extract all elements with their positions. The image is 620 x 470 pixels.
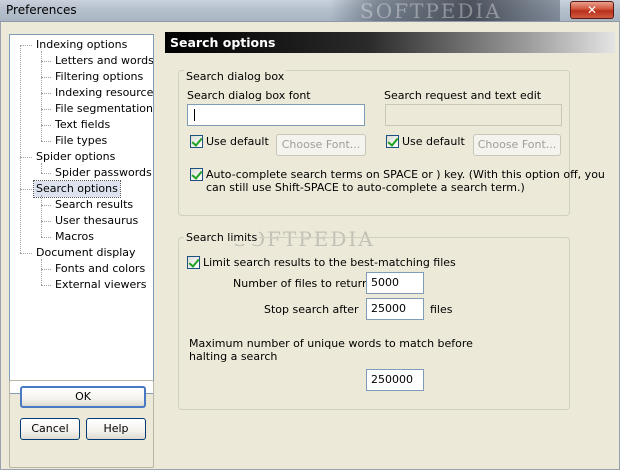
request-font-field[interactable] — [385, 104, 562, 126]
stop-after-input[interactable]: 25000 — [366, 298, 424, 320]
tree-connector — [20, 189, 32, 190]
stop-after-label: Stop search after — [264, 303, 359, 316]
num-files-label: Number of files to return — [233, 277, 369, 290]
tree-item[interactable]: Letters and words — [53, 53, 153, 69]
limit-results-checkbox[interactable] — [187, 256, 200, 269]
search-dialog-box-group-label: Search dialog box — [184, 70, 287, 83]
tree-item[interactable]: Macros — [53, 229, 96, 245]
tree-connector — [41, 93, 51, 94]
tree-item[interactable]: Spider passwords — [53, 165, 153, 181]
tree-connector — [41, 51, 42, 141]
tree-connector — [41, 269, 51, 270]
tree-connector — [41, 163, 42, 173]
tree-item[interactable]: Filtering options — [53, 69, 145, 85]
button-group: OK Cancel Help — [9, 380, 154, 468]
tree-item[interactable]: Document display — [34, 245, 138, 261]
search-limits-group-label: Search limits — [184, 231, 260, 244]
text-caret — [194, 109, 195, 121]
tree-item[interactable]: Search options — [33, 180, 121, 198]
watermark: SOFTPEDIA — [360, 0, 502, 22]
max-words-input[interactable]: 250000 — [366, 369, 424, 391]
tree-item[interactable]: File types — [53, 133, 109, 149]
options-tree[interactable]: Indexing options Letters and words Filteri… — [9, 34, 154, 394]
request-label: Search request and text edit — [384, 89, 542, 102]
tree-connector — [41, 259, 42, 285]
tree-item[interactable]: Indexing resources — [53, 85, 153, 101]
use-default-label-1: Use default — [206, 135, 269, 148]
use-default-checkbox-1[interactable] — [190, 135, 203, 148]
stop-after-unit: files — [430, 303, 453, 316]
tree-item[interactable]: External viewers — [53, 277, 149, 293]
choose-font-button-2[interactable]: Choose Font... — [473, 134, 561, 156]
max-words-label-line2: halting a search — [189, 350, 278, 363]
limit-results-label: Limit search results to the best-matchin… — [203, 256, 456, 269]
tree-item[interactable]: Text fields — [53, 117, 112, 133]
tree-item[interactable]: User thesaurus — [53, 213, 140, 229]
title-bar[interactable]: SOFTPEDIA Preferences ✕ — [0, 0, 620, 22]
autocomplete-label-line2: can still use Shift-SPACE to auto-comple… — [206, 181, 525, 194]
tree-item[interactable]: Spider options — [34, 149, 117, 165]
tree-connector — [41, 61, 51, 62]
tree-connector — [41, 237, 51, 238]
use-default-checkbox-2[interactable] — [386, 135, 399, 148]
help-button[interactable]: Help — [86, 418, 146, 440]
tree-connector — [41, 141, 51, 142]
tree-connector — [20, 253, 32, 254]
num-files-input[interactable]: 5000 — [366, 272, 424, 294]
tree-connector — [41, 285, 51, 286]
tree-connector — [41, 173, 51, 174]
window-body: Indexing options Letters and words Filteri… — [0, 22, 620, 470]
autocomplete-checkbox[interactable] — [190, 168, 203, 181]
use-default-label-2: Use default — [402, 135, 465, 148]
ok-button[interactable]: OK — [20, 386, 146, 408]
choose-font-button-1[interactable]: Choose Font... — [276, 134, 366, 156]
tree-connector — [41, 221, 51, 222]
close-icon: ✕ — [586, 3, 598, 17]
tree-connector — [20, 45, 32, 46]
autocomplete-label-line1: Auto-complete search terms on SPACE or )… — [206, 168, 605, 181]
close-button[interactable]: ✕ — [570, 1, 614, 19]
panel-title: Search options — [165, 32, 615, 53]
tree-item[interactable]: Search results — [53, 197, 135, 213]
tree-connector — [41, 125, 51, 126]
dialog-font-field[interactable] — [187, 104, 365, 126]
tree-item[interactable]: File segmentation — [53, 101, 153, 117]
font-label: Search dialog box font — [187, 89, 311, 102]
tree-connector — [41, 109, 51, 110]
tree-connector — [20, 157, 32, 158]
tree-connector — [41, 77, 51, 78]
window-title: Preferences — [6, 3, 77, 17]
max-words-label-line1: Maximum number of unique words to match … — [189, 337, 473, 350]
cancel-button[interactable]: Cancel — [20, 418, 80, 440]
tree-item[interactable]: Indexing options — [34, 37, 129, 53]
tree-connector — [20, 45, 21, 253]
tree-connector — [41, 195, 42, 237]
tree-connector — [41, 205, 51, 206]
tree-item[interactable]: Fonts and colors — [53, 261, 147, 277]
